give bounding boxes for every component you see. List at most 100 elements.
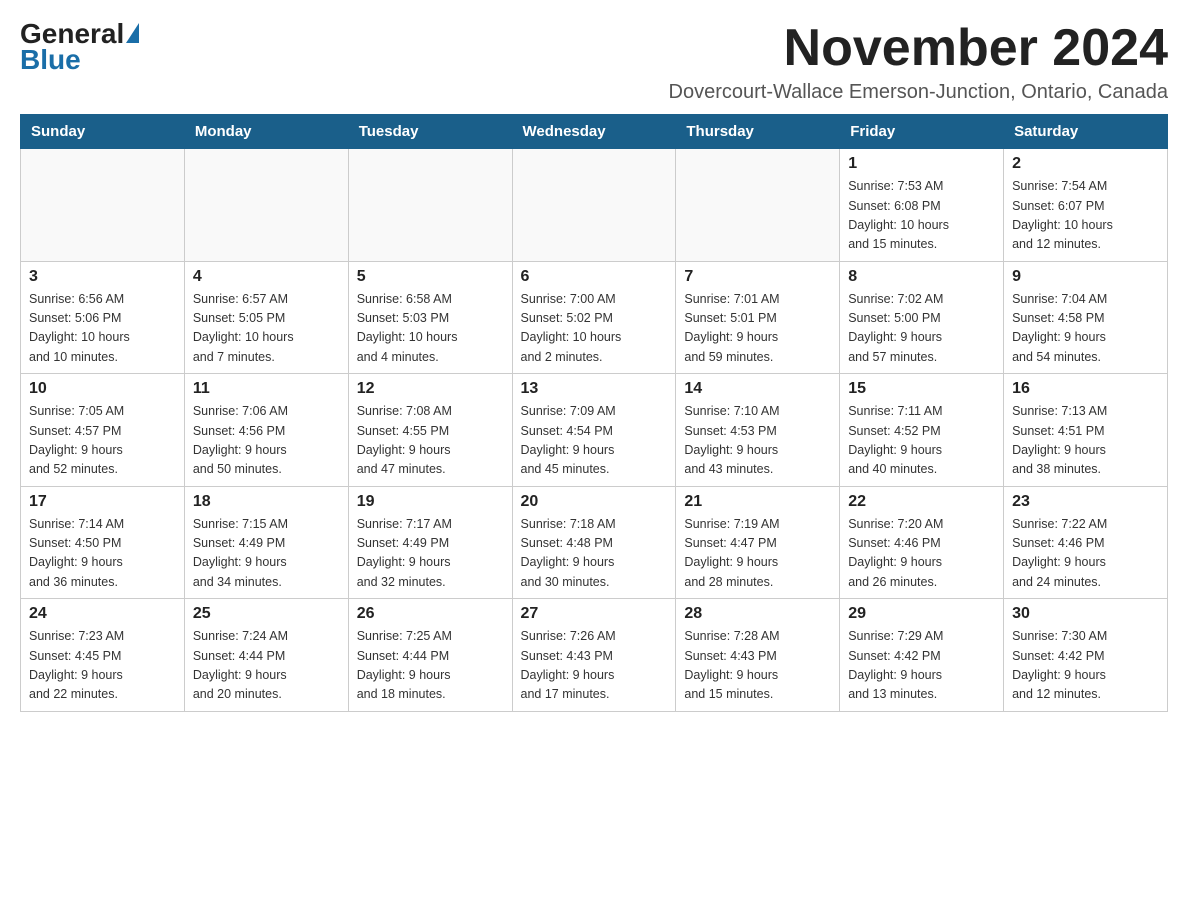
- header-wednesday: Wednesday: [512, 115, 676, 149]
- day-number: 29: [848, 605, 995, 623]
- day-number: 27: [521, 605, 668, 623]
- logo-blue: Blue: [20, 44, 81, 76]
- calendar-cell: [21, 149, 185, 262]
- day-info: Sunrise: 7:01 AM Sunset: 5:01 PM Dayligh…: [684, 290, 831, 368]
- calendar-body: 1 Sunrise: 7:53 AM Sunset: 6:08 PM Daylig…: [21, 149, 1168, 712]
- calendar-cell: 15Sunrise: 7:11 AM Sunset: 4:52 PM Dayli…: [840, 374, 1004, 487]
- calendar-cell: [512, 149, 676, 262]
- day-info: Sunrise: 7:25 AM Sunset: 4:44 PM Dayligh…: [357, 627, 504, 705]
- day-info: Sunrise: 6:58 AM Sunset: 5:03 PM Dayligh…: [357, 290, 504, 368]
- day-info: Sunrise: 7:30 AM Sunset: 4:42 PM Dayligh…: [1012, 627, 1159, 705]
- day-number: 1: [848, 155, 995, 173]
- calendar-cell: 5 Sunrise: 6:58 AM Sunset: 5:03 PM Daylig…: [348, 261, 512, 374]
- calendar-cell: 4 Sunrise: 6:57 AM Sunset: 5:05 PM Daylig…: [184, 261, 348, 374]
- day-number: 25: [193, 605, 340, 623]
- calendar-cell: 7 Sunrise: 7:01 AM Sunset: 5:01 PM Daylig…: [676, 261, 840, 374]
- day-info: Sunrise: 7:14 AM Sunset: 4:50 PM Dayligh…: [29, 515, 176, 593]
- calendar-cell: 17 Sunrise: 7:14 AM Sunset: 4:50 PM Dayli…: [21, 486, 185, 599]
- day-number: 5: [357, 268, 504, 286]
- calendar-cell: 13Sunrise: 7:09 AM Sunset: 4:54 PM Dayli…: [512, 374, 676, 487]
- day-number: 21: [684, 493, 831, 511]
- day-number: 6: [521, 268, 668, 286]
- day-number: 4: [193, 268, 340, 286]
- day-info: Sunrise: 7:08 AM Sunset: 4:55 PM Dayligh…: [357, 402, 504, 480]
- calendar-cell: 14 Sunrise: 7:10 AM Sunset: 4:53 PM Dayli…: [676, 374, 840, 487]
- day-number: 24: [29, 605, 176, 623]
- calendar-table: SundayMondayTuesdayWednesdayThursdayFrid…: [20, 114, 1168, 712]
- location: Dovercourt-Wallace Emerson-Junction, Ont…: [669, 81, 1168, 104]
- day-info: Sunrise: 7:15 AM Sunset: 4:49 PM Dayligh…: [193, 515, 340, 593]
- calendar-cell: 21 Sunrise: 7:19 AM Sunset: 4:47 PM Dayli…: [676, 486, 840, 599]
- day-number: 17: [29, 493, 176, 511]
- calendar-cell: 22Sunrise: 7:20 AM Sunset: 4:46 PM Dayli…: [840, 486, 1004, 599]
- page-header: General Blue November 2024 Dovercourt-Wa…: [20, 20, 1168, 104]
- header-tuesday: Tuesday: [348, 115, 512, 149]
- day-number: 10: [29, 380, 176, 398]
- header-thursday: Thursday: [676, 115, 840, 149]
- logo: General Blue: [20, 20, 139, 76]
- calendar-cell: 11 Sunrise: 7:06 AM Sunset: 4:56 PM Dayli…: [184, 374, 348, 487]
- day-number: 12: [357, 380, 504, 398]
- calendar-cell: 28Sunrise: 7:28 AM Sunset: 4:43 PM Dayli…: [676, 599, 840, 712]
- calendar-cell: 6 Sunrise: 7:00 AM Sunset: 5:02 PM Daylig…: [512, 261, 676, 374]
- day-info: Sunrise: 7:53 AM Sunset: 6:08 PM Dayligh…: [848, 177, 995, 255]
- day-info: Sunrise: 7:28 AM Sunset: 4:43 PM Dayligh…: [684, 627, 831, 705]
- day-number: 20: [521, 493, 668, 511]
- day-number: 8: [848, 268, 995, 286]
- calendar-cell: 19 Sunrise: 7:17 AM Sunset: 4:49 PM Dayli…: [348, 486, 512, 599]
- header-sunday: Sunday: [21, 115, 185, 149]
- calendar-cell: 29Sunrise: 7:29 AM Sunset: 4:42 PM Dayli…: [840, 599, 1004, 712]
- calendar-cell: [348, 149, 512, 262]
- week-row-1: 1 Sunrise: 7:53 AM Sunset: 6:08 PM Daylig…: [21, 149, 1168, 262]
- calendar-cell: 10 Sunrise: 7:05 AM Sunset: 4:57 PM Dayli…: [21, 374, 185, 487]
- week-row-5: 24 Sunrise: 7:23 AM Sunset: 4:45 PM Dayli…: [21, 599, 1168, 712]
- day-info: Sunrise: 7:05 AM Sunset: 4:57 PM Dayligh…: [29, 402, 176, 480]
- day-info: Sunrise: 7:10 AM Sunset: 4:53 PM Dayligh…: [684, 402, 831, 480]
- day-info: Sunrise: 7:11 AM Sunset: 4:52 PM Dayligh…: [848, 402, 995, 480]
- day-number: 14: [684, 380, 831, 398]
- day-info: Sunrise: 7:09 AM Sunset: 4:54 PM Dayligh…: [521, 402, 668, 480]
- day-info: Sunrise: 7:54 AM Sunset: 6:07 PM Dayligh…: [1012, 177, 1159, 255]
- calendar-cell: 8 Sunrise: 7:02 AM Sunset: 5:00 PM Daylig…: [840, 261, 1004, 374]
- calendar-cell: 3Sunrise: 6:56 AM Sunset: 5:06 PM Daylig…: [21, 261, 185, 374]
- day-number: 11: [193, 380, 340, 398]
- day-number: 9: [1012, 268, 1159, 286]
- day-info: Sunrise: 7:04 AM Sunset: 4:58 PM Dayligh…: [1012, 290, 1159, 368]
- logo-triangle-icon: [126, 23, 139, 43]
- day-info: Sunrise: 7:00 AM Sunset: 5:02 PM Dayligh…: [521, 290, 668, 368]
- day-info: Sunrise: 7:02 AM Sunset: 5:00 PM Dayligh…: [848, 290, 995, 368]
- calendar-cell: 18Sunrise: 7:15 AM Sunset: 4:49 PM Dayli…: [184, 486, 348, 599]
- title-section: November 2024 Dovercourt-Wallace Emerson…: [669, 20, 1168, 104]
- calendar-cell: 16 Sunrise: 7:13 AM Sunset: 4:51 PM Dayli…: [1004, 374, 1168, 487]
- day-number: 2: [1012, 155, 1159, 173]
- day-info: Sunrise: 7:17 AM Sunset: 4:49 PM Dayligh…: [357, 515, 504, 593]
- day-number: 30: [1012, 605, 1159, 623]
- day-number: 22: [848, 493, 995, 511]
- header-friday: Friday: [840, 115, 1004, 149]
- calendar-cell: 25Sunrise: 7:24 AM Sunset: 4:44 PM Dayli…: [184, 599, 348, 712]
- calendar-cell: 23Sunrise: 7:22 AM Sunset: 4:46 PM Dayli…: [1004, 486, 1168, 599]
- header-monday: Monday: [184, 115, 348, 149]
- day-info: Sunrise: 7:13 AM Sunset: 4:51 PM Dayligh…: [1012, 402, 1159, 480]
- header-row: SundayMondayTuesdayWednesdayThursdayFrid…: [21, 115, 1168, 149]
- calendar-cell: [184, 149, 348, 262]
- day-info: Sunrise: 6:56 AM Sunset: 5:06 PM Dayligh…: [29, 290, 176, 368]
- month-title: November 2024: [669, 20, 1168, 77]
- day-info: Sunrise: 6:57 AM Sunset: 5:05 PM Dayligh…: [193, 290, 340, 368]
- calendar-cell: 26Sunrise: 7:25 AM Sunset: 4:44 PM Dayli…: [348, 599, 512, 712]
- header-saturday: Saturday: [1004, 115, 1168, 149]
- day-info: Sunrise: 7:06 AM Sunset: 4:56 PM Dayligh…: [193, 402, 340, 480]
- day-info: Sunrise: 7:18 AM Sunset: 4:48 PM Dayligh…: [521, 515, 668, 593]
- day-number: 7: [684, 268, 831, 286]
- day-number: 23: [1012, 493, 1159, 511]
- day-info: Sunrise: 7:23 AM Sunset: 4:45 PM Dayligh…: [29, 627, 176, 705]
- day-info: Sunrise: 7:19 AM Sunset: 4:47 PM Dayligh…: [684, 515, 831, 593]
- calendar-cell: [676, 149, 840, 262]
- calendar-cell: 1 Sunrise: 7:53 AM Sunset: 6:08 PM Daylig…: [840, 149, 1004, 262]
- day-number: 19: [357, 493, 504, 511]
- calendar-cell: 27Sunrise: 7:26 AM Sunset: 4:43 PM Dayli…: [512, 599, 676, 712]
- calendar-cell: 12 Sunrise: 7:08 AM Sunset: 4:55 PM Dayli…: [348, 374, 512, 487]
- calendar-cell: 30 Sunrise: 7:30 AM Sunset: 4:42 PM Dayli…: [1004, 599, 1168, 712]
- calendar-header: SundayMondayTuesdayWednesdayThursdayFrid…: [21, 115, 1168, 149]
- day-number: 16: [1012, 380, 1159, 398]
